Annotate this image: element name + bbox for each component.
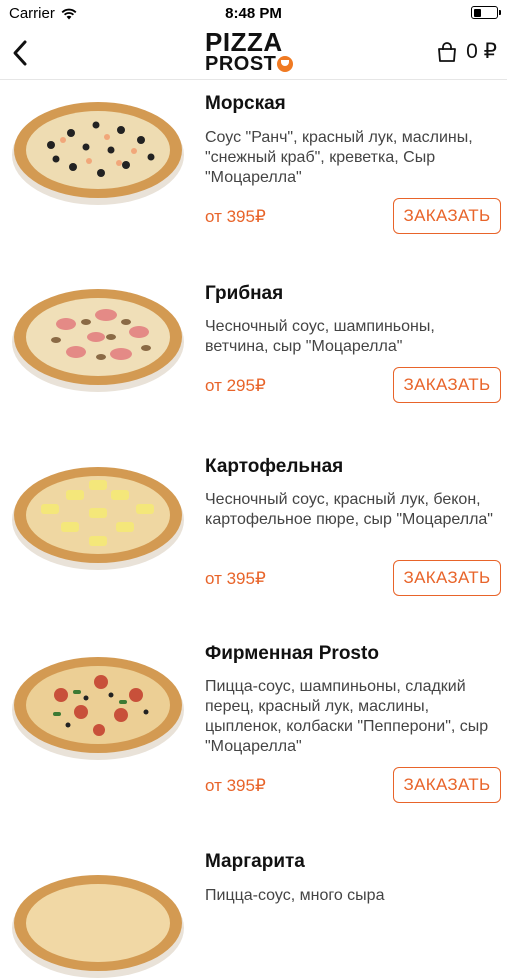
pizza-image: [12, 289, 184, 392]
product-price: от 395₽: [205, 569, 266, 588]
order-button[interactable]: ЗАКАЗАТЬ: [393, 367, 501, 403]
cart-button[interactable]: 0 ₽: [436, 39, 497, 64]
product-name: Маргарита: [205, 851, 305, 872]
product-price: от 295₽: [205, 376, 266, 395]
product-name: Фирменная Prosto: [205, 643, 379, 664]
product-description: Чесночный соус, красный лук, бекон, карт…: [205, 491, 493, 528]
product-description: Чесночный соус, шампиньоны, ветчина, сыр…: [205, 318, 435, 355]
product-description: Пицца-соус, шампиньоны, сладкий перец, к…: [205, 678, 489, 755]
logo-line-2: PROST: [205, 53, 294, 75]
order-button[interactable]: ЗАКАЗАТЬ: [393, 560, 501, 596]
pizza-image: [12, 102, 184, 205]
logo-pizza-icon: [277, 56, 294, 72]
pizza-image: [12, 875, 184, 978]
shopping-bag-icon: [438, 41, 457, 62]
pizza-image: [12, 657, 184, 760]
nav-bar: PIZZA PROST 0 ₽: [0, 27, 507, 80]
product-name: Грибная: [205, 283, 284, 304]
status-time: 8:48 PM: [225, 5, 282, 22]
product-description: Соус "Ранч", красный лук, маслины, "снеж…: [205, 129, 473, 186]
logo-line-1: PIZZA: [205, 27, 283, 57]
status-bar: Carrier 8:48 PM: [0, 0, 507, 27]
logo-line-2-text: PROST: [205, 53, 277, 75]
order-button[interactable]: ЗАКАЗАТЬ: [393, 767, 501, 803]
product-price: от 395₽: [205, 776, 266, 795]
battery-icon: [471, 6, 501, 19]
product-description: Пицца-соус, много сыра: [205, 887, 385, 904]
app-logo: PIZZA PROST: [205, 29, 305, 77]
product-price: от 395₽: [205, 207, 266, 226]
product-name: Картофельная: [205, 456, 344, 477]
cart-total: 0 ₽: [466, 40, 497, 63]
pizza-image: [12, 467, 184, 570]
order-button[interactable]: ЗАКАЗАТЬ: [393, 198, 501, 234]
back-button[interactable]: [8, 37, 38, 69]
chevron-left-icon: [13, 40, 27, 66]
product-name: Морская: [205, 93, 286, 114]
